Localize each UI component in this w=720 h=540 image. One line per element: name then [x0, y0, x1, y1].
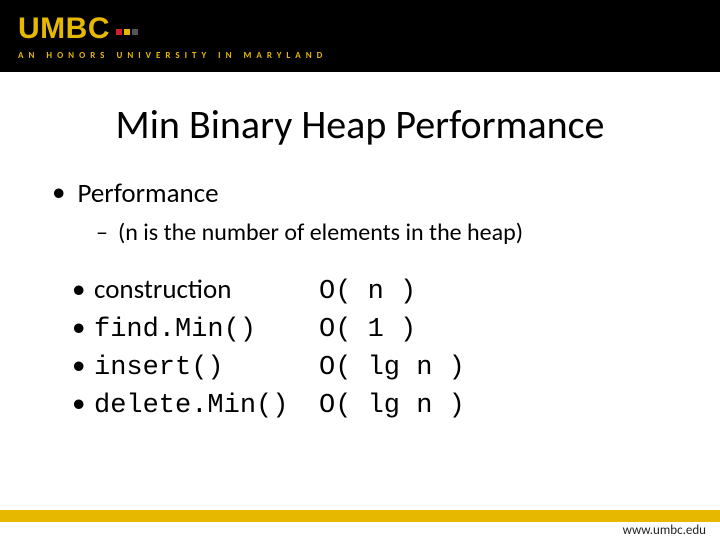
operations-list: • construction O( n ) • find.Min() O( 1 … — [72, 273, 668, 421]
op-complexity: O( 1 ) — [319, 315, 416, 345]
op-row: • insert() O( lg n ) — [72, 349, 668, 383]
op-label: insert() — [94, 353, 319, 383]
slide: UMBC AN HONORS UNIVERSITY IN MARYLAND Mi… — [0, 0, 720, 540]
bullet-n-definition: – (n is the number of elements in the he… — [96, 218, 668, 247]
logo-squares-icon — [116, 29, 138, 35]
square-gold-icon — [124, 29, 130, 35]
op-row: • delete.Min() O( lg n ) — [72, 387, 668, 421]
op-complexity: O( lg n ) — [319, 353, 465, 383]
logo: UMBC — [18, 12, 720, 46]
bullet-n-definition-text: (n is the number of elements in the heap… — [118, 218, 523, 247]
op-label: construction — [94, 273, 319, 306]
footer-url: www.umbc.edu — [623, 523, 706, 538]
footer-bar — [0, 510, 720, 522]
bullet-dot-icon: • — [72, 311, 94, 344]
bullet-dot-icon: • — [72, 349, 94, 382]
slide-body: • Performance – (n is the number of elem… — [0, 149, 720, 421]
logo-text: UMBC — [18, 12, 110, 46]
square-red-icon — [116, 29, 122, 35]
op-label: find.Min() — [94, 315, 319, 345]
op-row: • find.Min() O( 1 ) — [72, 311, 668, 345]
header-tagline: AN HONORS UNIVERSITY IN MARYLAND — [18, 50, 720, 61]
op-complexity: O( n ) — [319, 277, 416, 307]
slide-title: Min Binary Heap Performance — [0, 100, 720, 149]
bullet-performance-text: Performance — [77, 177, 218, 210]
bullet-dot-icon: • — [72, 273, 94, 306]
op-complexity: O( lg n ) — [319, 391, 465, 421]
dash-icon: – — [96, 218, 108, 247]
header-bar: UMBC AN HONORS UNIVERSITY IN MARYLAND — [0, 0, 720, 72]
bullet-dot-icon: • — [52, 177, 65, 209]
op-label: delete.Min() — [94, 391, 319, 421]
bullet-performance: • Performance — [52, 177, 668, 210]
square-dark-icon — [132, 29, 138, 35]
op-row: • construction O( n ) — [72, 273, 668, 307]
bullet-dot-icon: • — [72, 387, 94, 420]
